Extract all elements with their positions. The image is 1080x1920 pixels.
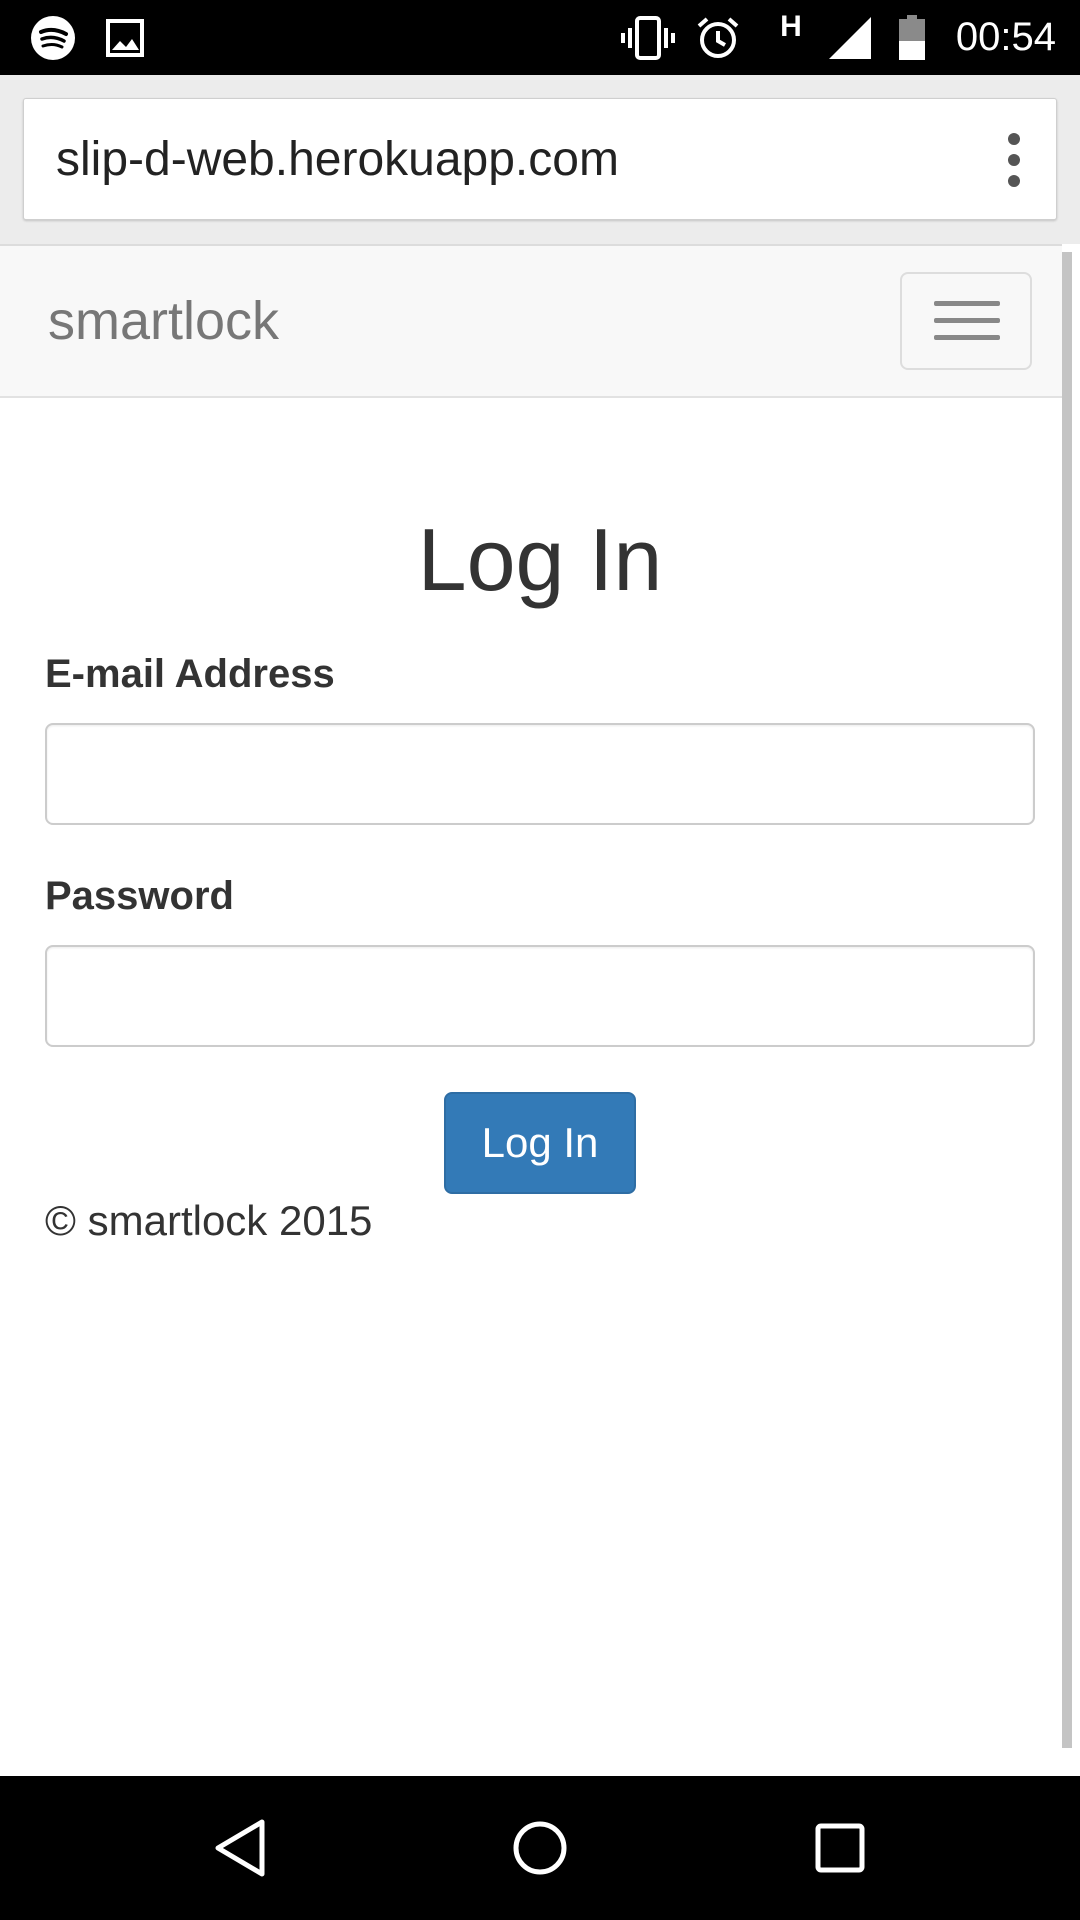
login-button[interactable]: Log In [444,1092,636,1194]
back-icon[interactable] [168,1776,312,1920]
main-content: Log In E-mail Address Password Log In © … [0,398,1062,1776]
navbar-brand[interactable]: smartlock [48,246,279,396]
url-bar[interactable]: slip-d-web.herokuapp.com [23,98,1057,220]
scrollbar-thumb[interactable] [1062,252,1072,1748]
vibrate-icon [620,0,676,75]
site-navbar: smartlock [0,244,1062,398]
url-text[interactable]: slip-d-web.herokuapp.com [56,99,619,221]
password-label: Password [45,874,234,918]
network-type-label: H [780,10,802,43]
status-bar: H 00:54 [0,0,1080,75]
system-nav-bar [0,1776,1080,1920]
overflow-menu-icon[interactable] [1002,133,1026,187]
footer-copyright: © smartlock 2015 [45,1197,373,1244]
alarm-icon [694,0,742,75]
navbar-toggle-button[interactable] [900,272,1032,370]
signal-icon [826,0,874,75]
email-field[interactable] [45,723,1035,825]
spotify-icon [28,0,78,75]
image-icon [104,0,146,75]
email-label: E-mail Address [45,652,335,696]
recents-icon[interactable] [768,1776,912,1920]
battery-icon [896,0,928,75]
home-icon[interactable] [468,1776,612,1920]
status-clock: 00:54 [955,15,1056,59]
page-title: Log In [417,510,663,609]
password-field[interactable] [45,945,1035,1047]
browser-toolbar: slip-d-web.herokuapp.com [0,75,1080,244]
